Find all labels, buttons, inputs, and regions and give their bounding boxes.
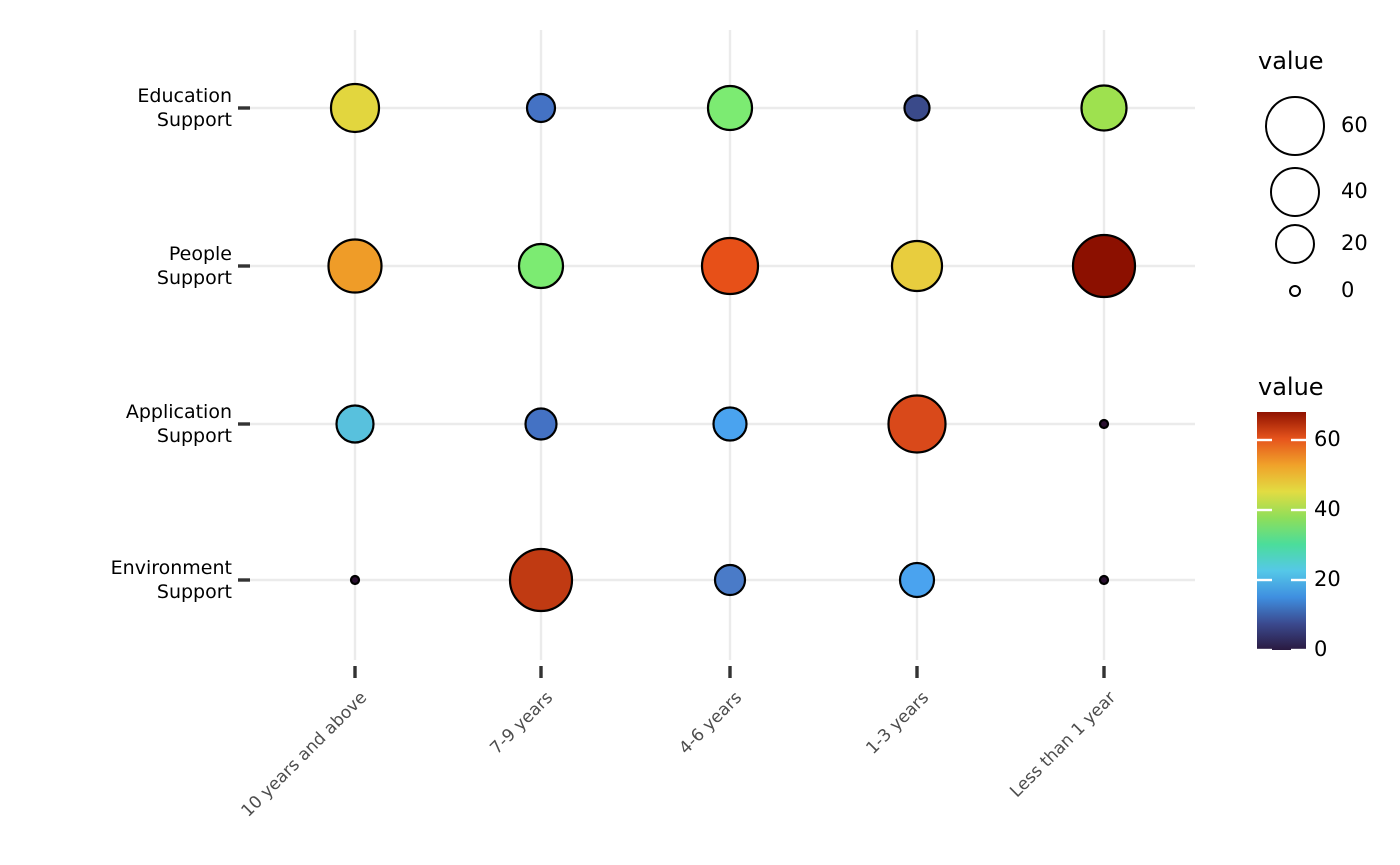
x-axis-label: 7-9 years — [486, 688, 557, 759]
bubble-point — [898, 561, 936, 599]
x-axis-labels: 10 years and above 7-9 years 4-6 years 1-3 … — [238, 688, 1120, 822]
size-legend-title: value — [1258, 47, 1324, 75]
chart-canvas: Education Support People Support Application… — [111, 30, 1368, 822]
y-axis-label: Education Support — [137, 85, 232, 131]
size-legend-circle — [1270, 167, 1320, 217]
bubble-point — [1080, 84, 1128, 132]
size-legend-label: 60 — [1341, 113, 1368, 137]
bubble-point — [508, 547, 574, 613]
size-legend-label: 0 — [1341, 278, 1354, 302]
bubble-point — [525, 92, 557, 124]
colorbar-tick-label: 40 — [1314, 497, 1341, 521]
bubbles-layer — [327, 82, 1137, 613]
bubble-point — [1098, 574, 1110, 586]
y-axis-label: People Support — [157, 243, 232, 289]
color-legend-title: value — [1258, 373, 1324, 401]
bubble-point — [700, 236, 760, 296]
colorbar-tick-label: 20 — [1314, 567, 1341, 591]
size-legend-circle — [1289, 285, 1301, 297]
bubble-point — [329, 82, 381, 134]
bubble-point — [713, 563, 747, 597]
bubble-point — [524, 407, 558, 441]
bubble-point — [887, 394, 947, 454]
y-axis-label: Application Support — [126, 401, 232, 447]
bubble-point — [349, 574, 361, 586]
colorbar-gradient — [1257, 412, 1306, 650]
size-legend: value 60 40 20 0 — [1258, 47, 1368, 302]
x-axis-label: 4-6 years — [675, 688, 746, 759]
y-axis-label: Environment Support — [111, 557, 232, 603]
bubble-point — [517, 242, 565, 290]
bubble-point — [335, 404, 375, 444]
x-axis-tickmarks — [353, 666, 1106, 678]
colorbar-tick-label: 60 — [1314, 427, 1341, 451]
bubble-point — [327, 238, 383, 294]
horizontal-gridlines — [246, 106, 1195, 582]
colorbar-tick-label: 0 — [1314, 637, 1327, 661]
x-axis-label: 10 years and above — [238, 688, 371, 821]
y-axis-labels: Education Support People Support Application… — [111, 85, 232, 603]
y-axis-tickmarks — [238, 106, 250, 582]
size-legend-circle — [1265, 96, 1325, 156]
bubble-chart-figure: Education Support People Support Application… — [0, 0, 1400, 865]
color-legend: value 60 40 20 0 — [1257, 373, 1341, 661]
x-axis-label: Less than 1 year — [1006, 688, 1120, 802]
size-legend-circle — [1275, 224, 1315, 264]
x-axis-label: 1-3 years — [862, 688, 933, 759]
bubble-point — [1098, 418, 1110, 430]
bubble-point — [1071, 233, 1137, 299]
bubble-point — [706, 84, 754, 132]
bubble-point — [903, 94, 931, 122]
size-legend-label: 20 — [1341, 231, 1368, 255]
bubble-point — [712, 406, 748, 442]
bubble-point — [890, 239, 944, 293]
size-legend-label: 40 — [1341, 179, 1368, 203]
